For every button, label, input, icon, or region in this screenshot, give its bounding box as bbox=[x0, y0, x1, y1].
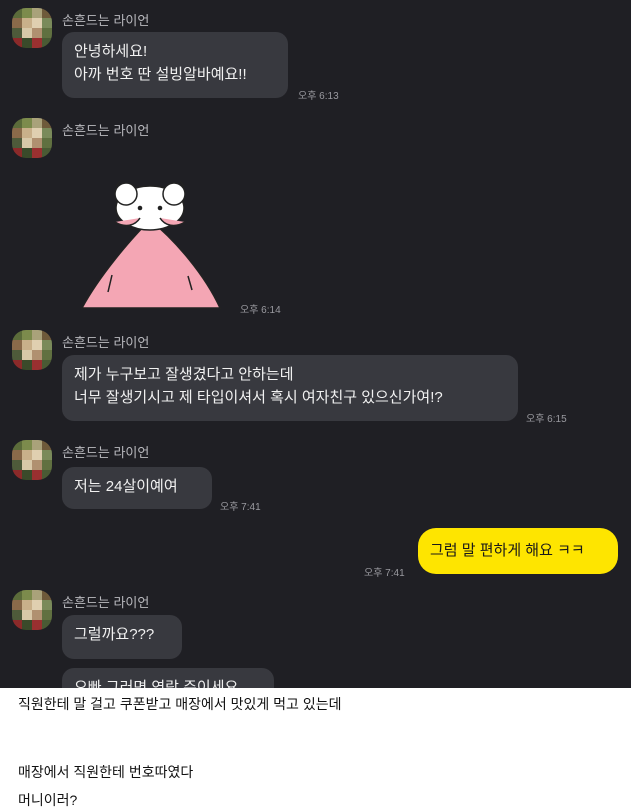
sender-avatar[interactable] bbox=[12, 118, 52, 158]
sender-name: 손흔드는 라이언 bbox=[62, 123, 150, 138]
message-text: 그럼 말 편하게 해요 ㅋㅋ bbox=[430, 542, 585, 559]
message-text: 안녕하세요! bbox=[74, 43, 148, 60]
sender-name: 손흔드는 라이언 bbox=[62, 595, 150, 610]
message-text: 저는 24살이예여 bbox=[74, 478, 178, 495]
bear-sticker-icon[interactable] bbox=[70, 180, 230, 315]
caption-line: 머니이러? bbox=[18, 792, 78, 808]
message-time: 오후 6:15 bbox=[526, 414, 567, 425]
message-text: 제가 누구보고 잘생겼다고 안하는데 bbox=[74, 366, 294, 383]
my-message-bubble[interactable]: 그럼 말 편하게 해요 ㅋㅋ bbox=[418, 528, 618, 574]
message-text: 아까 번호 딴 설빙알바예요!! bbox=[74, 66, 247, 83]
message-time: 오후 7:41 bbox=[364, 568, 405, 579]
message-bubble[interactable]: 오빠 그러면 연락 주이세요 bbox=[62, 668, 274, 688]
caption-text-area: 직원한테 말 걸고 쿠폰받고 매장에서 맛있게 먹고 있는데 매장에서 직원한테… bbox=[0, 688, 631, 808]
sender-avatar[interactable] bbox=[12, 330, 52, 370]
message-bubble[interactable]: 안녕하세요! 아까 번호 딴 설빙알바예요!! bbox=[62, 32, 288, 98]
sender-name: 손흔드는 라이언 bbox=[62, 335, 150, 350]
message-text: 너무 잘생기시고 제 타입이셔서 혹시 여자친구 있으신가여!? bbox=[74, 389, 443, 406]
caption-line: 매장에서 직원한테 번호따였다 bbox=[18, 764, 194, 780]
message-bubble[interactable]: 그럴까요??? bbox=[62, 615, 182, 659]
message-bubble[interactable]: 제가 누구보고 잘생겼다고 안하는데 너무 잘생기시고 제 타입이셔서 혹시 여… bbox=[62, 355, 518, 421]
sender-avatar[interactable] bbox=[12, 8, 52, 48]
caption-line: 직원한테 말 걸고 쿠폰받고 매장에서 맛있게 먹고 있는데 bbox=[18, 696, 342, 712]
sender-name: 손흔드는 라이언 bbox=[62, 13, 150, 28]
message-text: 그럴까요??? bbox=[74, 626, 155, 643]
message-time: 오후 7:41 bbox=[220, 502, 261, 513]
message-bubble[interactable]: 저는 24살이예여 bbox=[62, 467, 212, 509]
message-time: 오후 6:14 bbox=[240, 305, 281, 316]
sender-name: 손흔드는 라이언 bbox=[62, 445, 150, 460]
message-text: 오빠 그러면 연락 주이세요 bbox=[74, 679, 239, 688]
chat-window: 손흔드는 라이언 안녕하세요! 아까 번호 딴 설빙알바예요!! 오후 6:13… bbox=[0, 0, 631, 688]
sender-avatar[interactable] bbox=[12, 590, 52, 630]
sender-avatar[interactable] bbox=[12, 440, 52, 480]
message-time: 오후 6:13 bbox=[298, 91, 339, 102]
